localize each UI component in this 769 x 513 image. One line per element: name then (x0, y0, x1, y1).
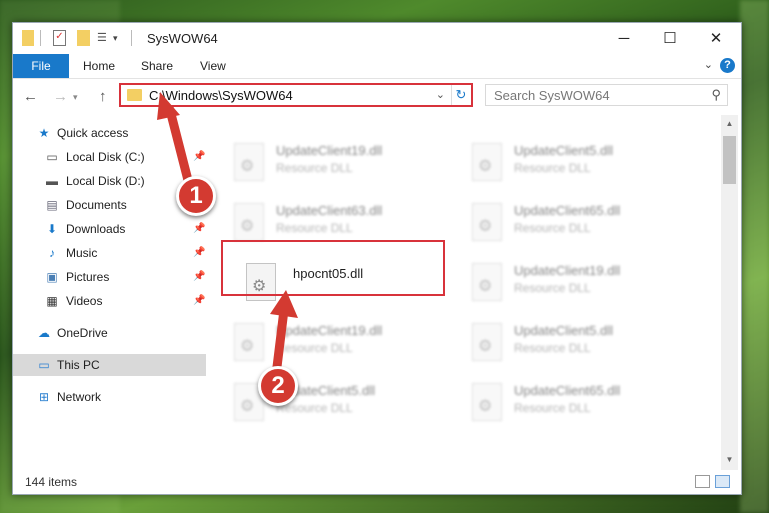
arrow-2-head (270, 290, 298, 318)
callout-2: 2 (258, 366, 298, 406)
arrow-1-head (157, 92, 180, 120)
arrow-1 (165, 105, 195, 193)
callout-1: 1 (176, 176, 216, 216)
annotation-arrows (157, 92, 298, 380)
